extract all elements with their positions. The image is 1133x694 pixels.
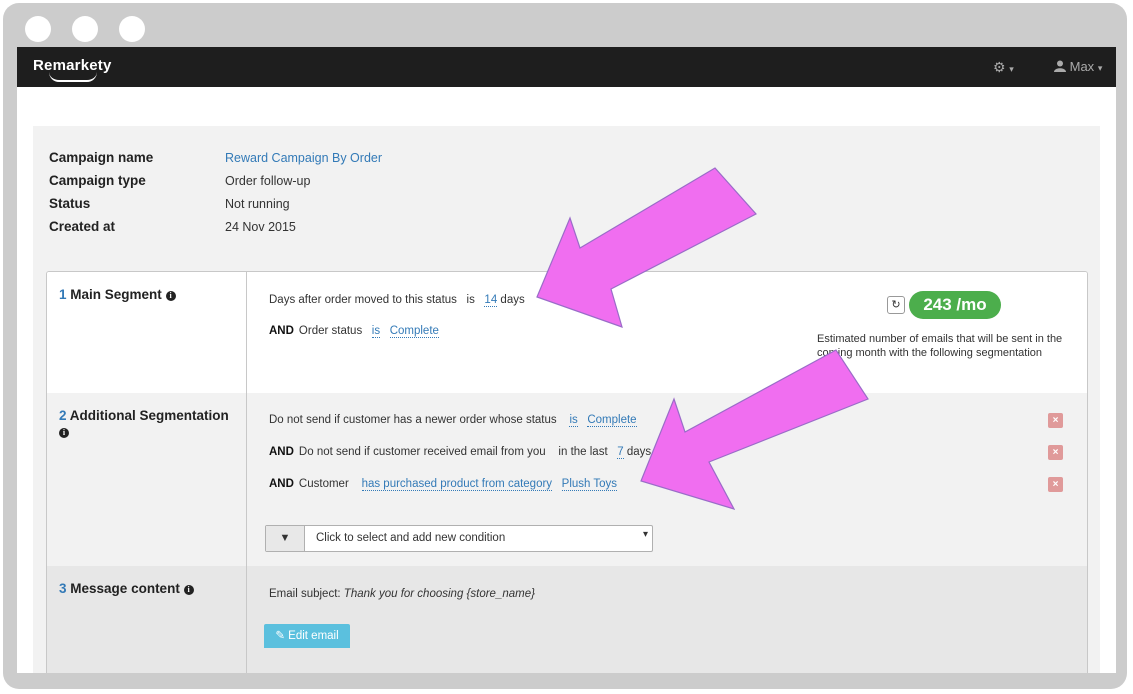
annotation-arrow-2 bbox=[640, 349, 869, 510]
annotation-arrows bbox=[536, 167, 869, 510]
annotation-arrow-1 bbox=[536, 167, 757, 328]
